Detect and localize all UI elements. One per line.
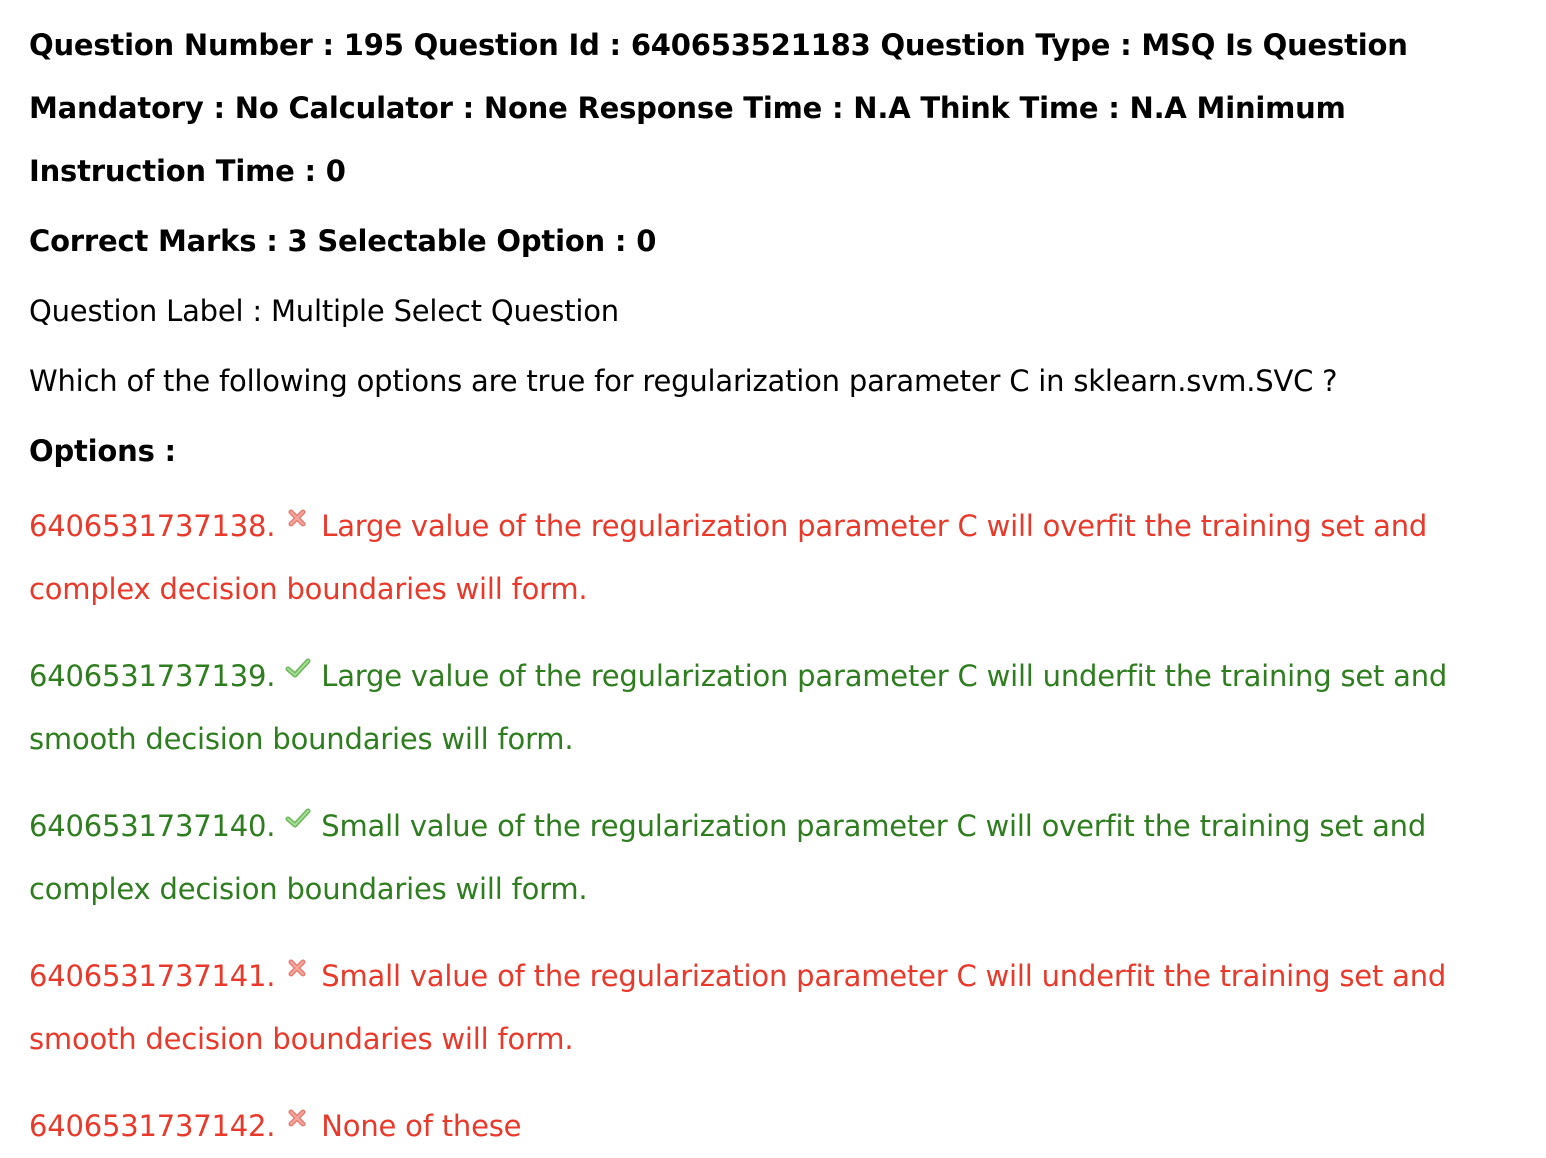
question-label: Question Label : Multiple Select Questio…: [29, 294, 619, 328]
option-id: 6406531737140.: [29, 809, 276, 843]
option-item: 6406531737140. Small value of the regular…: [29, 789, 1506, 921]
option-id: 6406531737141.: [29, 959, 276, 993]
cross-icon: [285, 1089, 311, 1127]
options-heading: Options :: [29, 434, 176, 468]
option-id: 6406531737139.: [29, 659, 276, 693]
check-icon: [285, 789, 311, 828]
option-item: 6406531737142. None of these: [29, 1089, 1506, 1158]
cross-icon: [285, 939, 311, 977]
option-text: None of these: [321, 1109, 522, 1143]
question-meta: Question Number : 195 Question Id : 6406…: [29, 28, 1408, 188]
cross-icon: [285, 489, 311, 527]
check-icon: [285, 639, 311, 678]
option-id: 6406531737138.: [29, 509, 276, 543]
option-item: 6406531737139. Large value of the regular…: [29, 639, 1506, 771]
marks-line: Correct Marks : 3 Selectable Option : 0: [29, 224, 657, 258]
option-item: 6406531737141. Small value of the regular…: [29, 939, 1506, 1071]
question-page: Question Number : 195 Question Id : 6406…: [0, 0, 1546, 1143]
question-text: Which of the following options are true …: [29, 364, 1338, 398]
option-item: 6406531737138. Large value of the regular…: [29, 489, 1506, 621]
option-id: 6406531737142.: [29, 1109, 276, 1143]
